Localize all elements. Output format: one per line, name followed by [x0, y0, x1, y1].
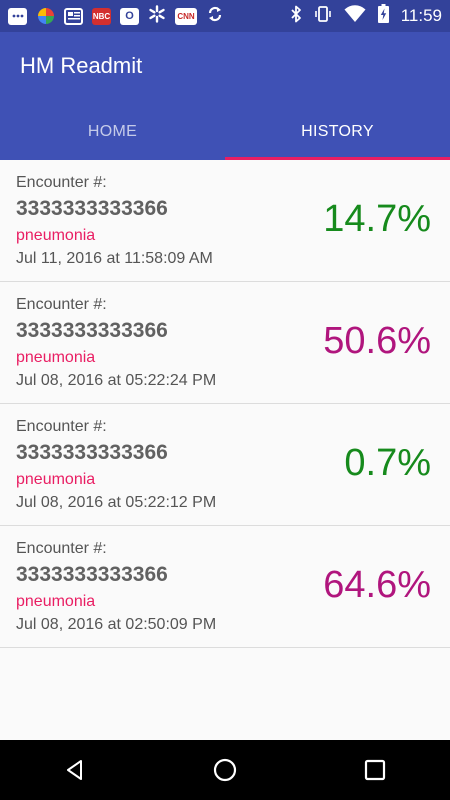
tab-home[interactable]: HOME	[0, 104, 225, 160]
encounter-date: Jul 08, 2016 at 05:22:12 PM	[16, 494, 217, 511]
history-list: Encounter #: 3333333333366 pneumonia Jul…	[0, 160, 450, 648]
tab-bar: HOME HISTORY	[0, 104, 450, 160]
messages-icon	[8, 7, 27, 25]
encounter-label: Encounter #:	[16, 174, 107, 191]
encounter-label: Encounter #:	[16, 296, 107, 313]
app-bar: HM Readmit HOME HISTORY	[0, 32, 450, 160]
vibrate-icon	[314, 5, 332, 28]
readmit-percentage: 0.7%	[344, 442, 431, 484]
photos-icon	[36, 8, 55, 25]
diagnosis-label: pneumonia	[16, 593, 96, 610]
encounter-date: Jul 11, 2016 at 11:58:09 AM	[16, 250, 213, 267]
encounter-number: 3333333333366	[16, 563, 168, 586]
back-icon	[67, 760, 82, 780]
diagnosis-label: pneumonia	[16, 227, 96, 244]
notification-icons: NBC O CNN	[8, 4, 224, 28]
battery-charging-icon	[377, 4, 389, 28]
diagnosis-label: pneumonia	[16, 349, 96, 366]
bluetooth-icon	[290, 5, 302, 28]
history-item[interactable]: Encounter #: 3333333333366 pneumonia Jul…	[0, 404, 450, 526]
status-bar: NBC O CNN 11:59	[0, 0, 450, 32]
home-icon	[213, 758, 237, 782]
history-item[interactable]: Encounter #: 3333333333366 pneumonia Jul…	[0, 526, 450, 648]
history-item[interactable]: Encounter #: 3333333333366 pneumonia Jul…	[0, 282, 450, 404]
cnn-icon: CNN	[175, 7, 197, 25]
tab-history[interactable]: HISTORY	[225, 104, 450, 160]
encounter-number: 3333333333366	[16, 319, 168, 342]
recents-icon	[364, 759, 386, 781]
encounter-label: Encounter #:	[16, 418, 107, 435]
diagnosis-label: pneumonia	[16, 471, 96, 488]
back-button[interactable]	[45, 740, 105, 800]
home-button[interactable]	[195, 740, 255, 800]
app-title: HM Readmit	[20, 53, 143, 78]
encounter-date: Jul 08, 2016 at 02:50:09 PM	[16, 616, 217, 633]
encounter-number: 3333333333366	[16, 441, 168, 464]
clock: 11:59	[400, 6, 442, 25]
encounter-label: Encounter #:	[16, 540, 107, 557]
outlook-icon: O	[120, 7, 139, 25]
readmit-percentage: 50.6%	[323, 320, 431, 362]
system-icons: 11:59	[290, 4, 442, 28]
sync-icon	[206, 5, 224, 28]
cnbc-icon: NBC	[92, 7, 111, 25]
recents-button[interactable]	[345, 740, 405, 800]
news-icon	[64, 7, 83, 25]
history-item[interactable]: Encounter #: 3333333333366 pneumonia Jul…	[0, 160, 450, 282]
readmit-percentage: 14.7%	[323, 198, 431, 240]
navigation-bar	[0, 740, 450, 800]
encounter-number: 3333333333366	[16, 197, 168, 220]
wifi-icon	[344, 4, 366, 28]
walmart-icon	[148, 4, 166, 28]
encounter-date: Jul 08, 2016 at 05:22:24 PM	[16, 372, 217, 389]
readmit-percentage: 64.6%	[323, 564, 431, 606]
